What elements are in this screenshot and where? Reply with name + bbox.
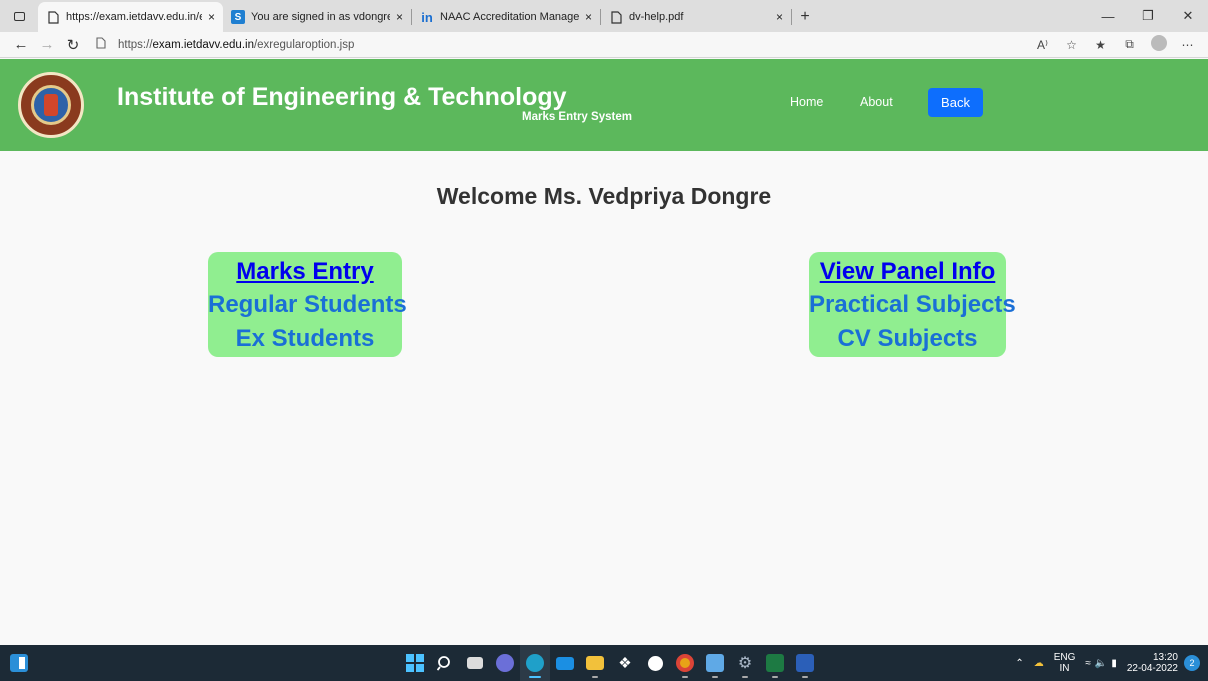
mail-icon[interactable] <box>550 645 580 681</box>
close-icon[interactable]: × <box>776 10 783 24</box>
back-arrow-icon[interactable]: ← <box>8 32 34 58</box>
tab-exam-portal[interactable]: https://exam.ietdavv.edu.in/exre × <box>38 2 223 32</box>
site-title: Institute of Engineering & Technology <box>117 83 567 111</box>
refresh-icon[interactable]: ↻ <box>60 32 86 58</box>
chevron-up-icon[interactable]: ⌃ <box>1015 658 1023 669</box>
ex-students-link[interactable]: Ex Students <box>208 322 402 356</box>
cv-subjects-link[interactable]: CV Subjects <box>809 322 1006 356</box>
chrome-icon[interactable] <box>670 645 700 681</box>
read-aloud-icon[interactable]: A⁾ <box>1028 38 1057 52</box>
widgets-icon[interactable] <box>10 654 28 672</box>
site-header: Institute of Engineering & Technology <box>0 59 1208 151</box>
app-circle-icon[interactable] <box>640 645 670 681</box>
volume-icon[interactable]: 🔈 <box>1095 658 1107 669</box>
system-tray: ⌃ ☁ ENG IN ≈ 🔈 ▮ 13:20 22-04-2022 2 <box>1005 645 1200 681</box>
dropbox-icon[interactable]: ❖ <box>610 645 640 681</box>
profile-icon[interactable] <box>1144 35 1173 54</box>
more-options-icon[interactable]: ⋯ <box>1173 38 1202 52</box>
tab-actions-icon <box>13 11 25 21</box>
notifications-badge[interactable]: 2 <box>1184 655 1200 671</box>
page-icon <box>46 10 60 24</box>
nav-about-link[interactable]: About <box>860 95 893 109</box>
close-icon[interactable]: × <box>208 10 215 24</box>
regular-students-link[interactable]: Regular Students <box>208 288 407 322</box>
tab-dv-help[interactable]: dv-help.pdf × <box>601 2 791 32</box>
collections-icon[interactable]: ⧉ <box>1115 37 1144 52</box>
lang-top: ENG <box>1053 652 1076 663</box>
tab-title: dv-help.pdf <box>629 11 684 23</box>
taskbar-apps: ❖ ⚙ <box>400 645 820 681</box>
address-bar-row: ← → ↻ https://exam.ietdavv.edu.in/exregu… <box>0 32 1208 58</box>
address-bar-actions: A⁾ ☆ ★ ⧉ ⋯ <box>1028 35 1202 54</box>
edge-icon[interactable] <box>520 645 550 681</box>
s-icon: S <box>231 10 245 24</box>
page-info-icon[interactable] <box>96 37 110 52</box>
new-tab-button[interactable]: + <box>792 2 818 32</box>
url-path: /exregularoption.jsp <box>253 38 355 51</box>
tab-signed-in[interactable]: S You are signed in as vdongre.iet × <box>223 2 411 32</box>
close-icon[interactable]: × <box>396 10 403 24</box>
institute-logo <box>18 72 84 138</box>
page-icon <box>609 10 623 24</box>
marks-entry-link[interactable]: Marks Entry <box>208 256 402 288</box>
tab-title: https://exam.ietdavv.edu.in/exre <box>66 11 202 23</box>
word-icon[interactable] <box>790 645 820 681</box>
view-panel-info-link[interactable]: View Panel Info <box>809 256 1006 288</box>
wifi-icon[interactable]: ≈ <box>1085 658 1091 669</box>
battery-icon[interactable]: ▮ <box>1111 658 1117 669</box>
favorites-icon[interactable]: ★ <box>1086 38 1115 52</box>
practical-subjects-link[interactable]: Practical Subjects <box>809 288 1016 322</box>
task-view-icon[interactable] <box>460 645 490 681</box>
weather-icon[interactable]: ☁ <box>1034 658 1044 669</box>
tab-naac[interactable]: in NAAC Accreditation Manageme × <box>412 2 600 32</box>
search-icon[interactable] <box>430 645 460 681</box>
marks-entry-card: Marks Entry Regular Students Ex Students <box>208 252 407 357</box>
view-panel-card: View Panel Info Practical Subjects CV Su… <box>809 252 1016 357</box>
welcome-heading: Welcome Ms. Vedpriya Dongre <box>436 183 772 209</box>
clock[interactable]: 13:20 22-04-2022 <box>1127 652 1178 674</box>
language-indicator[interactable]: ENG IN <box>1054 652 1076 674</box>
tab-title: NAAC Accreditation Manageme <box>440 11 579 23</box>
teams-chat-icon[interactable] <box>490 645 520 681</box>
site-subtitle: Marks Entry System <box>522 111 632 123</box>
settings-icon[interactable]: ⚙ <box>730 645 760 681</box>
forward-arrow-icon[interactable]: → <box>34 32 60 58</box>
minimize-icon[interactable]: — <box>1088 0 1128 32</box>
restore-icon[interactable]: ❐ <box>1128 0 1168 32</box>
window-close-icon[interactable]: ✕ <box>1168 0 1208 32</box>
file-explorer-icon[interactable] <box>580 645 610 681</box>
add-favorite-icon[interactable]: ☆ <box>1057 38 1086 52</box>
back-button[interactable]: Back <box>928 88 983 117</box>
tab-title: You are signed in as vdongre.iet <box>251 11 390 23</box>
nav-home-link[interactable]: Home <box>790 95 823 109</box>
taskbar: ❖ ⚙ ⌃ ☁ ENG IN ≈ 🔈 ▮ 13:20 22-04-2022 2 <box>0 645 1208 681</box>
start-icon[interactable] <box>400 645 430 681</box>
url-prefix: https:// <box>118 38 153 51</box>
date: 22-04-2022 <box>1126 663 1178 674</box>
close-icon[interactable]: × <box>585 10 592 24</box>
time: 13:20 <box>1152 652 1178 663</box>
browser-tab-strip: https://exam.ietdavv.edu.in/exre × S You… <box>0 0 1208 32</box>
url-host: exam.ietdavv.edu.in <box>152 38 254 51</box>
window-controls: — ❐ ✕ <box>1088 0 1208 32</box>
photos-icon[interactable] <box>700 645 730 681</box>
excel-icon[interactable] <box>760 645 790 681</box>
tab-actions-button[interactable] <box>0 0 38 32</box>
in-icon: in <box>421 9 433 25</box>
address-bar[interactable]: https://exam.ietdavv.edu.in/exregularopt… <box>96 34 971 56</box>
lang-bottom: IN <box>1059 663 1070 674</box>
